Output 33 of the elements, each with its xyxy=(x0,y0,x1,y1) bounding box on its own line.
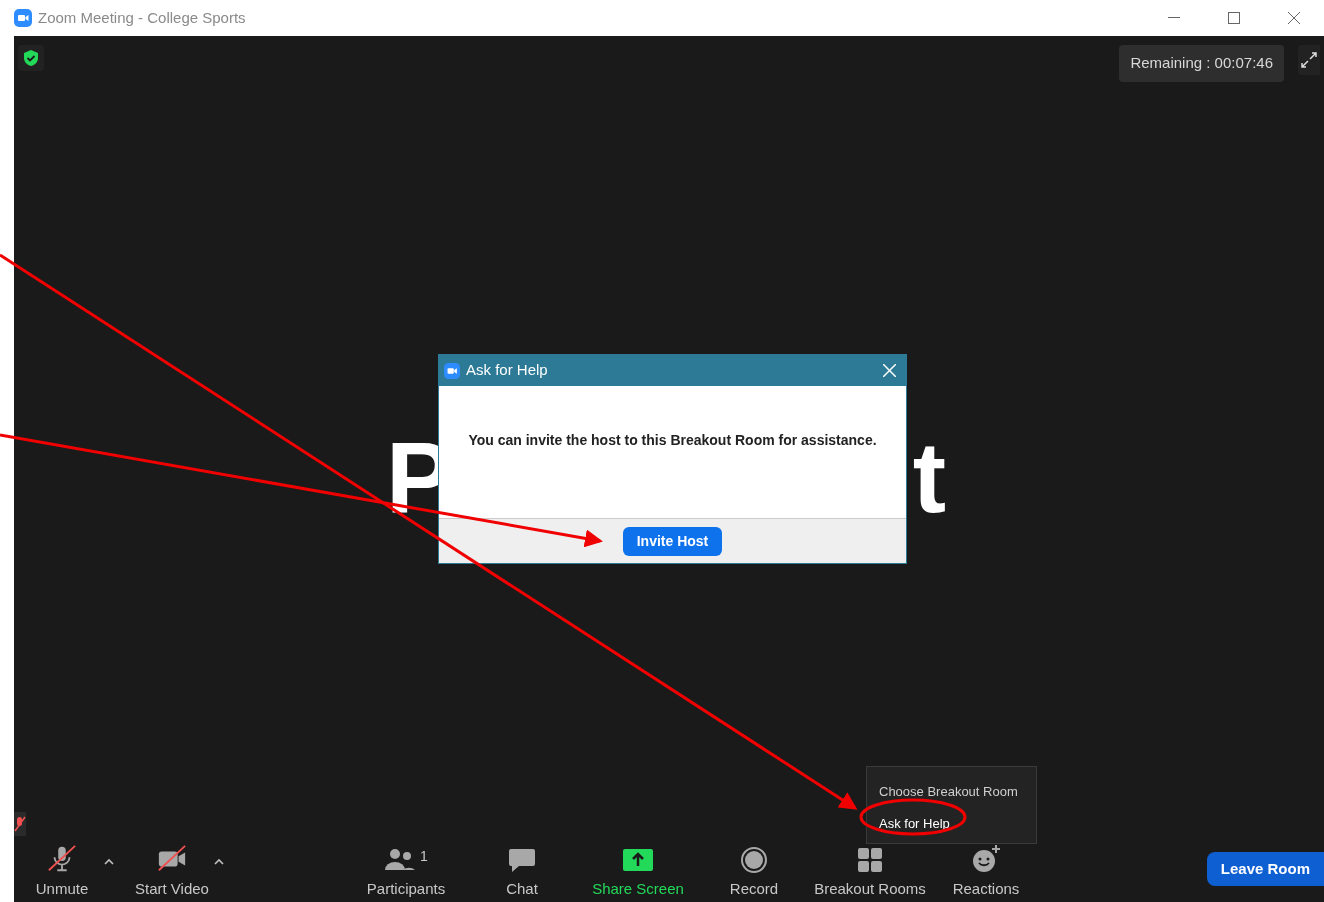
remaining-time: Remaining : 00:07:46 xyxy=(1119,45,1284,82)
menu-item[interactable]: Choose Breakout Room xyxy=(867,778,1036,806)
minimize-icon xyxy=(1168,17,1180,19)
toolbar-button[interactable]: Unmute xyxy=(20,843,104,900)
shield-check-icon xyxy=(23,49,39,67)
menu-item[interactable]: Ask for Help xyxy=(867,809,1036,837)
caret-icon[interactable] xyxy=(104,858,114,866)
security-badge[interactable] xyxy=(18,45,44,71)
app-logo-icon xyxy=(14,9,32,27)
record-icon xyxy=(740,845,768,874)
toolbar-button[interactable]: Chat xyxy=(464,845,580,900)
close-icon xyxy=(1288,12,1300,24)
caret-icon[interactable] xyxy=(214,858,224,866)
grid-icon xyxy=(856,845,884,874)
toolbar-button[interactable]: Breakout Rooms xyxy=(812,845,928,900)
close-icon xyxy=(882,364,896,377)
toolbar-button[interactable]: Reactions xyxy=(928,843,1044,900)
muted-microphone-icon xyxy=(14,816,26,832)
leave-room-button[interactable]: Leave Room xyxy=(1206,852,1324,886)
participant-count: 1 xyxy=(420,846,428,866)
expand-icon xyxy=(1301,52,1317,68)
participant-name: t xyxy=(912,426,946,527)
app-logo-icon xyxy=(444,362,460,379)
dialog-title: Ask for Help xyxy=(466,360,548,381)
fullscreen-button[interactable] xyxy=(1298,45,1320,75)
invite-host-button[interactable]: Invite Host xyxy=(622,526,723,556)
dialog-message: You can invite the host to this Breakout Room for assistance. xyxy=(468,431,877,450)
window-title: Zoom Meeting - College Sports xyxy=(38,7,246,28)
toolbar-button[interactable]: Start Video xyxy=(130,843,214,900)
toolbar-button[interactable]: Record xyxy=(696,845,812,900)
maximize-icon xyxy=(1228,12,1240,24)
toolbar-button[interactable]: Share Screen xyxy=(580,845,696,900)
toolbar-button[interactable]: 1 Participants xyxy=(348,845,464,900)
